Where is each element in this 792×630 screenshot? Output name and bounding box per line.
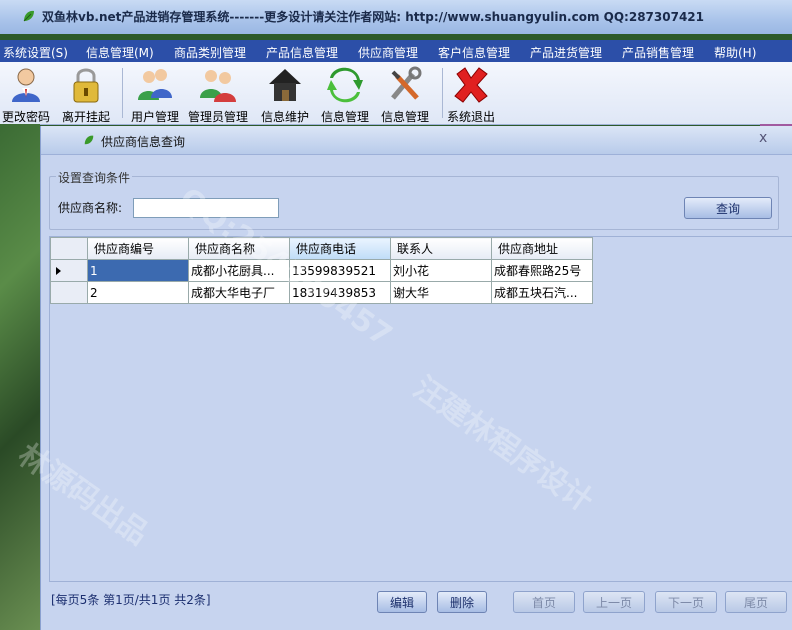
menu-system-settings[interactable]: 系统设置(S) xyxy=(3,44,68,61)
toolbar-separator xyxy=(122,68,123,118)
query-button[interactable]: 查询 xyxy=(684,197,772,219)
menu-product-info[interactable]: 产品信息管理 xyxy=(266,44,338,61)
leaf-icon xyxy=(84,135,94,145)
menu-supplier-management[interactable]: 供应商管理 xyxy=(358,44,418,61)
tool-label: 信息维护 xyxy=(260,110,309,124)
tool-label: 用户管理 xyxy=(130,110,179,124)
cell-supplier-address[interactable]: 成都五块石汽... xyxy=(491,281,593,304)
table-row[interactable]: 2 成都大华电子厂 18319439853 谢大华 成都五块石汽... xyxy=(50,281,593,304)
cell-contact[interactable]: 谢大华 xyxy=(390,281,492,304)
admins-icon xyxy=(200,70,236,102)
supplier-name-input[interactable] xyxy=(133,198,279,218)
toolbar-separator xyxy=(442,68,443,118)
tool-label: 信息管理 xyxy=(320,110,369,124)
menu-info-management[interactable]: 信息管理(M) xyxy=(86,44,154,61)
tool-label: 信息管理 xyxy=(380,110,429,124)
group-legend: 设置查询条件 xyxy=(56,169,133,186)
window-title: 双鱼林vb.net产品进销存管理系统-------更多设计请关注作者网站: ht… xyxy=(42,10,704,24)
close-icon[interactable]: x xyxy=(759,130,767,146)
col-supplier-name[interactable]: 供应商名称 xyxy=(188,237,290,260)
cell-supplier-name[interactable]: 成都大华电子厂 xyxy=(188,281,290,304)
lock-icon xyxy=(73,68,99,103)
prev-page-button[interactable]: 上一页 xyxy=(583,591,645,613)
current-row-arrow-icon xyxy=(56,266,61,275)
menu-help[interactable]: 帮助(H) xyxy=(714,44,756,61)
cell-supplier-id[interactable]: 2 xyxy=(87,281,189,304)
last-page-button[interactable]: 尾页 xyxy=(725,591,787,613)
child-title: 供应商信息查询 xyxy=(101,135,186,149)
paging-status: [每页5条 第1页/共1页 共2条] xyxy=(51,593,211,607)
tool-info-management-b[interactable]: 信息管理 xyxy=(376,66,434,124)
tool-label: 更改密码 xyxy=(1,110,50,124)
tool-info-management-a[interactable]: 信息管理 xyxy=(316,66,374,124)
tool-change-password[interactable]: 更改密码 xyxy=(0,66,52,124)
menu-bar: 系统设置(S) 信息管理(M) 商品类别管理 产品信息管理 供应商管理 客户信息… xyxy=(0,40,792,62)
desktop-background-left xyxy=(0,124,40,630)
tool-label: 系统退出 xyxy=(446,110,495,124)
tool-info-maintenance[interactable]: 信息维护 xyxy=(256,66,314,124)
supplier-query-window: 供应商信息查询 x 设置查询条件 供应商名称: 查询 供应商编号 供应商名称 供… xyxy=(40,126,792,630)
tool-label: 管理员管理 xyxy=(187,110,248,124)
col-contact[interactable]: 联系人 xyxy=(390,237,492,260)
tools-icon xyxy=(391,66,422,100)
row-header-corner xyxy=(50,237,88,260)
tool-label: 离开挂起 xyxy=(61,110,110,124)
cell-supplier-phone[interactable]: 18319439853 xyxy=(289,281,391,304)
supplier-grid: 供应商编号 供应商名称 供应商电话 联系人 供应商地址 1 成都小花厨具... … xyxy=(49,236,792,582)
query-conditions-group: 设置查询条件 供应商名称: 查询 xyxy=(49,169,779,230)
tool-exit[interactable]: 系统退出 xyxy=(444,66,498,124)
window-titlebar: 双鱼林vb.net产品进销存管理系统-------更多设计请关注作者网站: ht… xyxy=(0,0,792,34)
close-x-icon xyxy=(454,67,488,103)
supplier-name-label: 供应商名称: xyxy=(58,201,123,215)
first-page-button[interactable]: 首页 xyxy=(513,591,575,613)
tool-user-management[interactable]: 用户管理 xyxy=(126,66,184,124)
menu-category-management[interactable]: 商品类别管理 xyxy=(174,44,246,61)
cell-supplier-name[interactable]: 成都小花厨具... xyxy=(188,259,290,282)
home-icon xyxy=(269,69,301,101)
menu-sales-management[interactable]: 产品销售管理 xyxy=(622,44,694,61)
col-supplier-id[interactable]: 供应商编号 xyxy=(87,237,189,260)
next-page-button[interactable]: 下一页 xyxy=(655,591,717,613)
users-icon xyxy=(138,69,172,100)
tool-lock[interactable]: 离开挂起 xyxy=(56,66,116,124)
row-indicator xyxy=(50,281,88,304)
col-supplier-address[interactable]: 供应商地址 xyxy=(491,237,593,260)
menu-customer-info[interactable]: 客户信息管理 xyxy=(438,44,510,61)
menu-purchase-management[interactable]: 产品进货管理 xyxy=(530,44,602,61)
toolbar: 更改密码 离开挂起 用户管理 管理员管理 信息维护 信息管理 信息管理 系统退出 xyxy=(0,62,792,125)
leaf-app-icon xyxy=(23,10,34,22)
grid-header-row: 供应商编号 供应商名称 供应商电话 联系人 供应商地址 xyxy=(50,237,593,260)
child-titlebar: 供应商信息查询 x xyxy=(41,126,792,155)
cell-contact[interactable]: 刘小花 xyxy=(390,259,492,282)
cell-supplier-address[interactable]: 成都春熙路25号 xyxy=(491,259,593,282)
table-row[interactable]: 1 成都小花厨具... 13599839521 刘小花 成都春熙路25号 xyxy=(50,259,593,282)
col-supplier-phone[interactable]: 供应商电话 xyxy=(289,237,391,260)
row-indicator xyxy=(50,259,88,282)
delete-button[interactable]: 删除 xyxy=(437,591,487,613)
tool-admin-management[interactable]: 管理员管理 xyxy=(186,66,250,124)
refresh-arrow-icon xyxy=(327,67,363,103)
cell-supplier-id[interactable]: 1 xyxy=(87,259,189,282)
edit-button[interactable]: 编辑 xyxy=(377,591,427,613)
user-icon xyxy=(12,68,40,102)
cell-supplier-phone[interactable]: 13599839521 xyxy=(289,259,391,282)
